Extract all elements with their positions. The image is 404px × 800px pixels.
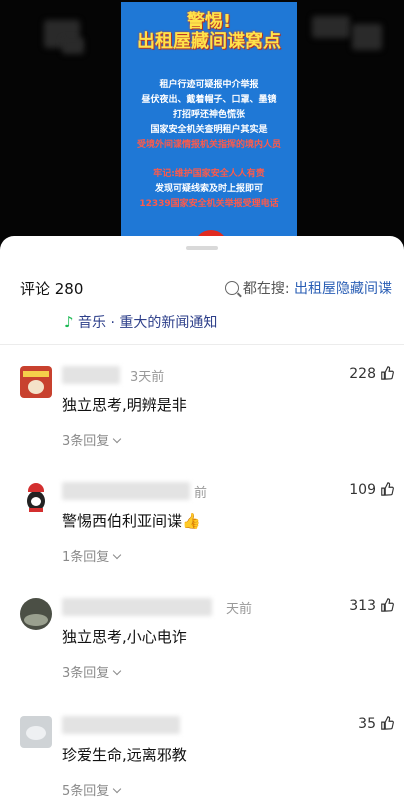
like-button[interactable]: 109: [349, 482, 394, 498]
music-label: 音乐 · 重大的新闻通知: [78, 315, 218, 331]
avatar[interactable]: [20, 366, 52, 398]
video-poster: 警惕! 出租屋藏间谍窝点 租户行迹可疑报中介举报 昼伏夜出、戴着帽子、口罩、墨镜…: [121, 2, 297, 250]
poster-line: 牢记:维护国家安全人人有责: [153, 169, 265, 179]
like-count: 228: [349, 366, 376, 382]
blurred-overlay: [312, 16, 350, 38]
poster-title: 警惕! 出租屋藏间谍窝点: [121, 12, 297, 52]
thumbs-up-icon: [381, 598, 394, 612]
reply-count: 5条回复: [62, 784, 110, 799]
blurred-overlay: [62, 38, 84, 54]
chevron-down-icon: [113, 434, 122, 444]
username-blurred[interactable]: [62, 366, 120, 384]
like-count: 109: [349, 482, 376, 498]
reply-count: 1条回复: [62, 550, 110, 565]
music-note-icon: ♪: [64, 313, 74, 331]
divider: [0, 344, 404, 345]
view-replies-button[interactable]: 1条回复: [62, 546, 122, 565]
like-count: 35: [358, 716, 376, 732]
blurred-overlay: [352, 24, 382, 50]
poster-title-line: 出租屋藏间谍窝点: [137, 31, 281, 52]
poster-line: 国家安全机关查明租户其实是: [150, 125, 268, 135]
comment-time: 天前: [226, 602, 253, 617]
poster-text: 租户行迹可疑报中介举报 昼伏夜出、戴着帽子、口罩、墨镜 打招呼还神色慌张 国家安…: [121, 78, 297, 212]
comment-time: 3天前: [130, 370, 165, 385]
avatar[interactable]: [20, 716, 52, 748]
thumbs-up-icon: [381, 366, 394, 380]
drag-handle[interactable]: [186, 246, 218, 250]
comment-text: 独立思考,明辨是非: [62, 396, 187, 414]
search-icon: [224, 281, 239, 295]
poster-line: 昼伏夜出、戴着帽子、口罩、墨镜: [141, 95, 277, 105]
like-button[interactable]: 35: [358, 716, 394, 732]
poster-line: 打招呼还神色慌张: [172, 110, 245, 120]
view-replies-button[interactable]: 3条回复: [62, 430, 122, 449]
like-button[interactable]: 313: [349, 598, 394, 614]
reply-count: 3条回复: [62, 434, 110, 449]
poster-title-line: 警惕!: [186, 11, 232, 32]
poster-line: 受境外间谍情报机关指挥的境内人员: [136, 140, 281, 150]
chevron-down-icon: [113, 784, 122, 794]
search-prefix: 都在搜:: [242, 281, 290, 297]
thumbs-up-icon: [381, 482, 394, 496]
poster-line: 发现可疑线索及时上报即可: [154, 184, 263, 194]
view-replies-button[interactable]: 3条回复: [62, 662, 122, 681]
like-button[interactable]: 228: [349, 366, 394, 382]
comment-text: 独立思考,小心电诈: [62, 628, 187, 646]
comment-count: 评论 280: [20, 280, 84, 298]
chevron-down-icon: [113, 666, 122, 676]
username-blurred[interactable]: [62, 716, 180, 734]
video-player[interactable]: 警惕! 出租屋藏间谍窝点 租户行迹可疑报中介举报 昼伏夜出、戴着帽子、口罩、墨镜…: [0, 0, 404, 250]
music-link[interactable]: ♪ 音乐 · 重大的新闻通知: [64, 312, 217, 332]
trending-search[interactable]: 都在搜: 出租屋隐藏间谍: [224, 278, 392, 298]
chevron-down-icon: [113, 550, 122, 560]
poster-line: 租户行迹可疑报中介举报: [159, 80, 259, 90]
username-blurred[interactable]: [62, 482, 190, 500]
comment-text: 珍爱生命,远离邪教: [62, 746, 187, 764]
comment-time: 前: [194, 486, 208, 501]
poster-line: 12339国家安全机关举报受理电话: [139, 199, 279, 209]
username-blurred[interactable]: [62, 598, 212, 616]
avatar[interactable]: [20, 482, 52, 514]
comment-sheet: 评论 280 都在搜: 出租屋隐藏间谍 ♪ 音乐 · 重大的新闻通知 3天前 2…: [0, 236, 404, 800]
avatar[interactable]: [20, 598, 52, 630]
thumbs-up-icon: [381, 716, 394, 730]
reply-count: 3条回复: [62, 666, 110, 681]
search-keyword[interactable]: 出租屋隐藏间谍: [294, 281, 392, 297]
like-count: 313: [349, 598, 376, 614]
comment-header: 评论 280 都在搜: 出租屋隐藏间谍: [0, 278, 404, 302]
comment-text: 警惕西伯利亚间谍👍: [62, 512, 201, 530]
view-replies-button[interactable]: 5条回复: [62, 780, 122, 799]
